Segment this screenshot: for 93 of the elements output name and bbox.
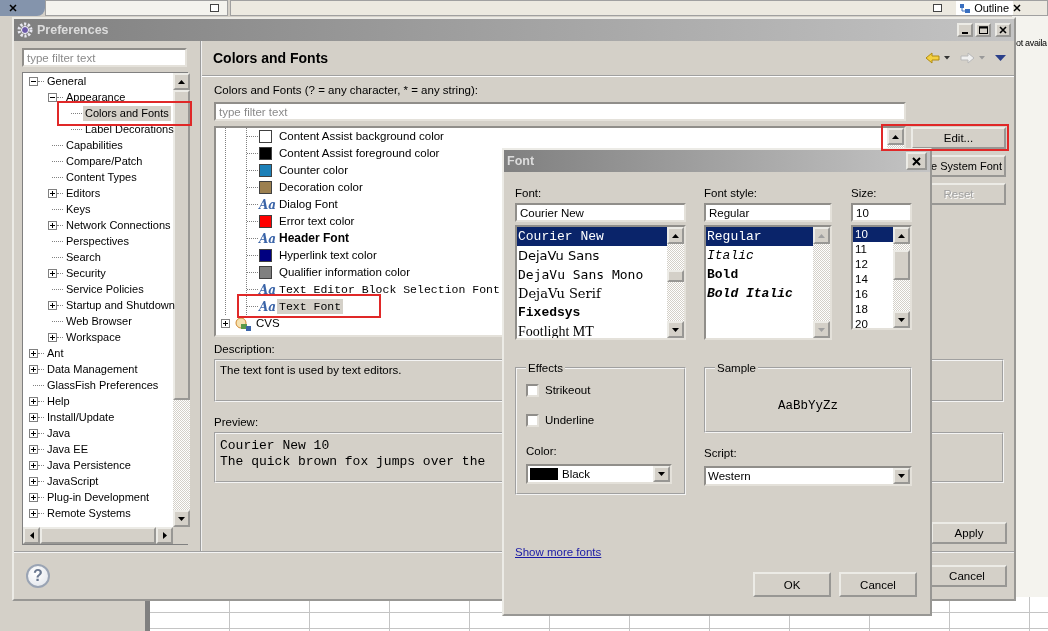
list-item[interactable]: Regular (706, 227, 813, 246)
tree-item[interactable]: Java EE (45, 441, 90, 457)
tree-item[interactable]: Workspace (64, 329, 123, 345)
list-item[interactable]: Italic (706, 246, 813, 265)
tree-item[interactable]: Install/Update (45, 409, 117, 425)
text-field[interactable]: 10 (851, 203, 912, 222)
apply-button[interactable]: Apply (931, 522, 1007, 544)
field-label: Preview: (214, 415, 259, 429)
tree-item[interactable]: Ant (45, 345, 66, 361)
tree-item[interactable]: Help (45, 393, 72, 409)
tree-item[interactable]: Compare/Patch (64, 153, 145, 169)
tree-item[interactable]: JavaScript (45, 473, 101, 489)
list-item[interactable]: Courier New (517, 227, 667, 246)
tree-item[interactable]: Error text color (277, 214, 357, 229)
font-icon: Aa (259, 282, 273, 297)
tree-item[interactable]: General (45, 73, 89, 89)
field-label: Colors and Fonts (? = any character, * = any string): (214, 83, 478, 97)
dialog-button[interactable]: Cancel (839, 572, 917, 597)
font-icon: Aa (259, 231, 273, 246)
tree-item[interactable]: Header Font (277, 231, 351, 246)
tree-item[interactable]: Plug-in Development (45, 489, 152, 505)
tree-item[interactable]: Counter color (277, 163, 351, 178)
field-label: Script: (704, 446, 738, 460)
show-more-fonts-link[interactable]: Show more fonts (515, 546, 602, 558)
list-item[interactable]: 11 (853, 242, 893, 257)
tree-item[interactable]: Java (45, 425, 73, 441)
dialog-button[interactable]: OK (753, 572, 831, 597)
list-item[interactable]: 20 (853, 317, 893, 328)
list-item[interactable]: 18 (853, 302, 893, 317)
sample-text: AaBbYyZz (778, 398, 838, 413)
tree-item[interactable]: Editors (64, 185, 103, 201)
page-title: Colors and Fonts (213, 50, 329, 66)
tree-item[interactable]: Content Types (64, 169, 139, 185)
list-item[interactable]: 14 (853, 272, 893, 287)
tree-item[interactable]: Startup and Shutdown (64, 297, 177, 313)
color-dropdown[interactable]: Black (526, 464, 672, 484)
tree-item[interactable]: Service Policies (64, 281, 146, 297)
tree-item[interactable]: Decoration color (277, 180, 365, 195)
list-item[interactable]: Fixedsys (517, 303, 667, 322)
tree-item[interactable]: Colors and Fonts (83, 105, 171, 121)
list-item[interactable]: Bold (706, 265, 813, 284)
tree-item[interactable]: Keys (64, 201, 93, 217)
field-label: Color: (526, 444, 558, 458)
list-item[interactable]: 16 (853, 287, 893, 302)
font-icon: Aa (259, 197, 273, 212)
tree-item[interactable]: Dialog Font (277, 197, 340, 212)
list-item[interactable]: DejaVu Sans Mono (517, 265, 667, 284)
text-field[interactable]: Courier New (515, 203, 686, 222)
checkbox-label: Strikeout (545, 384, 591, 396)
tree-item[interactable]: CVS (254, 316, 282, 331)
list-item[interactable]: DejaVu Serif (517, 284, 667, 303)
list-item[interactable]: DejaVu Sans (517, 246, 667, 265)
tree-item[interactable]: Hyperlink text color (277, 248, 379, 263)
description-text: The text font is used by text editors. (220, 364, 402, 376)
tree-item[interactable]: Security (64, 265, 108, 281)
preview-text: The quick brown fox jumps over the (220, 454, 486, 470)
tree-item[interactable]: Network Connections (64, 217, 173, 233)
list-item[interactable]: 12 (853, 257, 893, 272)
tree-item[interactable]: Capabilities (64, 137, 125, 153)
tree-item[interactable]: Text Editor Block Selection Font (277, 282, 502, 297)
field-label: Size: (851, 186, 878, 200)
tree-item[interactable]: GlassFish Preferences (45, 377, 161, 393)
checkbox-label: Underline (545, 414, 595, 426)
tree-item[interactable]: Data Management (45, 361, 140, 377)
field-label: Font: (515, 186, 543, 200)
tree-item[interactable]: Search (64, 249, 103, 265)
tree-item[interactable]: Text Font (277, 299, 344, 314)
text-field[interactable]: Regular (704, 203, 832, 222)
window-title: Font (507, 154, 535, 168)
field-label: Description: (214, 342, 275, 356)
tree-item[interactable]: Appearance (64, 89, 128, 105)
tree-item[interactable]: Content Assist background color (277, 129, 446, 144)
tree-item[interactable]: Remote Systems (45, 505, 133, 521)
tree-item[interactable]: Java Persistence (45, 457, 133, 473)
filter-field[interactable]: type filter text (214, 102, 906, 121)
view-tab[interactable]: Outline (956, 1, 1013, 15)
tree-item[interactable]: Label Decorations (83, 121, 176, 137)
field-label: Font style: (704, 186, 759, 200)
script-dropdown[interactable]: Western (704, 466, 912, 486)
filter-field[interactable]: type filter text (22, 48, 187, 67)
window-title: Preferences (37, 23, 109, 37)
font-icon: Aa (259, 299, 273, 314)
list-item[interactable]: Bold Italic (706, 284, 813, 303)
group-label: Sample (716, 362, 757, 374)
panel-text: ot availa (1016, 38, 1047, 48)
tree-item[interactable]: Web Browser (64, 313, 134, 329)
group-label: Effects (527, 362, 564, 374)
tree-item[interactable]: Content Assist foreground color (277, 146, 442, 161)
preview-text: Courier New 10 (220, 438, 330, 454)
tree-item[interactable]: Qualifier information color (277, 265, 413, 280)
tree-item[interactable]: Perspectives (64, 233, 131, 249)
list-item[interactable]: 10 (853, 227, 893, 242)
help-button[interactable]: ? (26, 564, 50, 588)
